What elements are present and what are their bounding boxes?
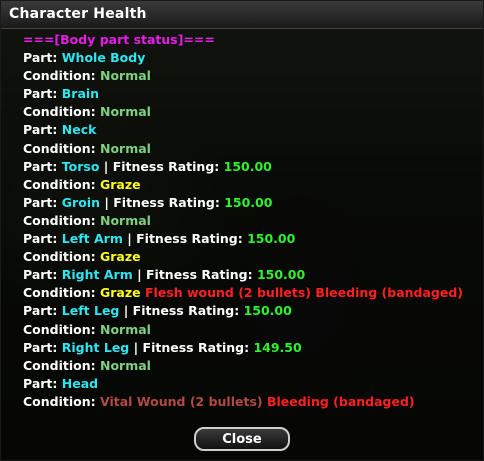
- part-label: Part:: [23, 231, 62, 247]
- condition-value: Normal: [100, 140, 151, 156]
- part-label: Part:: [23, 267, 62, 283]
- part-name: Torso: [61, 158, 100, 174]
- part-name: Neck: [61, 122, 97, 138]
- fitness-value: 150.00: [224, 194, 273, 210]
- condition-line-right-arm: Condition: Graze Flesh wound (2 bullets)…: [23, 284, 477, 302]
- fitness-label: Fitness Rating:: [132, 303, 244, 319]
- part-line-groin: Part: Groin | Fitness Rating: 150.00: [23, 194, 477, 212]
- part-name: Left Leg: [61, 303, 120, 319]
- dialog-title: Character Health: [9, 6, 147, 22]
- condition-label: Condition:: [23, 140, 100, 156]
- separator: |: [99, 194, 114, 210]
- condition-value: Graze: [100, 285, 141, 301]
- condition-label: Condition:: [23, 357, 100, 373]
- condition-line-torso: Condition: Graze: [23, 176, 477, 194]
- separator: |: [122, 231, 137, 247]
- status-header-line: ===[Body part status]===: [23, 31, 477, 49]
- condition-value: Normal: [100, 212, 151, 228]
- condition-value: Normal: [100, 68, 151, 84]
- part-line-torso: Part: Torso | Fitness Rating: 150.00: [23, 158, 477, 176]
- fitness-label: Fitness Rating:: [113, 194, 225, 210]
- condition-label: Condition:: [23, 321, 100, 337]
- fitness-label: Fitness Rating:: [112, 158, 224, 174]
- condition-label: Condition:: [23, 249, 100, 265]
- part-line-left-leg: Part: Left Leg | Fitness Rating: 150.00: [23, 302, 477, 320]
- condition-line-neck: Condition: Normal: [23, 140, 477, 158]
- separator: |: [129, 339, 143, 355]
- separator: |: [132, 267, 146, 283]
- part-label: Part:: [23, 303, 62, 319]
- condition-line-right-leg: Condition: Normal: [23, 357, 477, 375]
- vital-wound-status: Vital Wound (2 bullets): [100, 393, 263, 409]
- part-name: Whole Body: [61, 50, 146, 66]
- part-label: Part:: [23, 122, 62, 138]
- condition-value: Graze: [100, 249, 141, 265]
- condition-line-whole-body: Condition: Normal: [23, 67, 477, 85]
- part-label: Part:: [23, 50, 62, 66]
- fitness-value: 150.00: [243, 303, 292, 319]
- character-health-dialog: Character Health ===[Body part status]==…: [0, 0, 484, 461]
- fitness-value: 150.00: [223, 158, 272, 174]
- status-header: ===[Body part status]===: [23, 32, 215, 47]
- fitness-value: 150.00: [247, 231, 296, 247]
- condition-value: Graze: [100, 176, 141, 192]
- part-name: Left Arm: [61, 231, 123, 247]
- separator: |: [99, 158, 113, 174]
- condition-value: Normal: [100, 321, 151, 337]
- condition-label: Condition:: [23, 393, 100, 409]
- part-name: Groin: [61, 194, 100, 210]
- close-button[interactable]: Close: [194, 427, 290, 451]
- part-label: Part:: [23, 375, 62, 391]
- condition-label: Condition:: [23, 68, 100, 84]
- body-part-status-list: ===[Body part status]=== Part: Whole Bod…: [23, 31, 477, 411]
- part-label: Part:: [23, 158, 62, 174]
- part-label: Part:: [23, 339, 62, 355]
- part-name: Right Arm: [61, 267, 133, 283]
- condition-label: Condition:: [23, 176, 100, 192]
- separator: |: [119, 303, 133, 319]
- part-line-head: Part: Head: [23, 375, 477, 393]
- part-name: Head: [61, 375, 99, 391]
- fitness-label: Fitness Rating:: [146, 267, 257, 283]
- condition-line-brain: Condition: Normal: [23, 103, 477, 121]
- condition-line-head: Condition: Vital Wound (2 bullets) Bleed…: [23, 393, 477, 411]
- flesh-wound-status: Flesh wound (2 bullets): [144, 285, 311, 301]
- fitness-value: 149.50: [253, 339, 302, 355]
- part-name: Right Leg: [61, 339, 130, 355]
- part-line-neck: Part: Neck: [23, 121, 477, 139]
- part-line-right-leg: Part: Right Leg | Fitness Rating: 149.50: [23, 339, 477, 357]
- condition-value: Normal: [100, 104, 151, 120]
- bleeding-status: Bleeding (bandaged): [315, 285, 464, 301]
- condition-label: Condition:: [23, 212, 100, 228]
- dialog-titlebar[interactable]: Character Health: [1, 1, 483, 29]
- condition-line-left-leg: Condition: Normal: [23, 321, 477, 339]
- part-line-whole-body: Part: Whole Body: [23, 49, 477, 67]
- condition-value: Normal: [100, 357, 151, 373]
- part-label: Part:: [23, 86, 62, 102]
- condition-line-left-arm: Condition: Graze: [23, 248, 477, 266]
- condition-label: Condition:: [23, 104, 100, 120]
- fitness-value: 150.00: [256, 267, 306, 283]
- part-line-right-arm: Part: Right Arm | Fitness Rating: 150.00: [23, 266, 477, 284]
- fitness-label: Fitness Rating:: [136, 231, 248, 247]
- fitness-label: Fitness Rating:: [142, 339, 254, 355]
- bleeding-status: Bleeding (bandaged): [266, 393, 415, 409]
- part-label: Part:: [23, 194, 62, 210]
- condition-line-groin: Condition: Normal: [23, 212, 477, 230]
- condition-label: Condition:: [23, 285, 100, 301]
- part-line-brain: Part: Brain: [23, 85, 477, 103]
- part-line-left-arm: Part: Left Arm | Fitness Rating: 150.00: [23, 230, 477, 248]
- part-name: Brain: [61, 86, 100, 102]
